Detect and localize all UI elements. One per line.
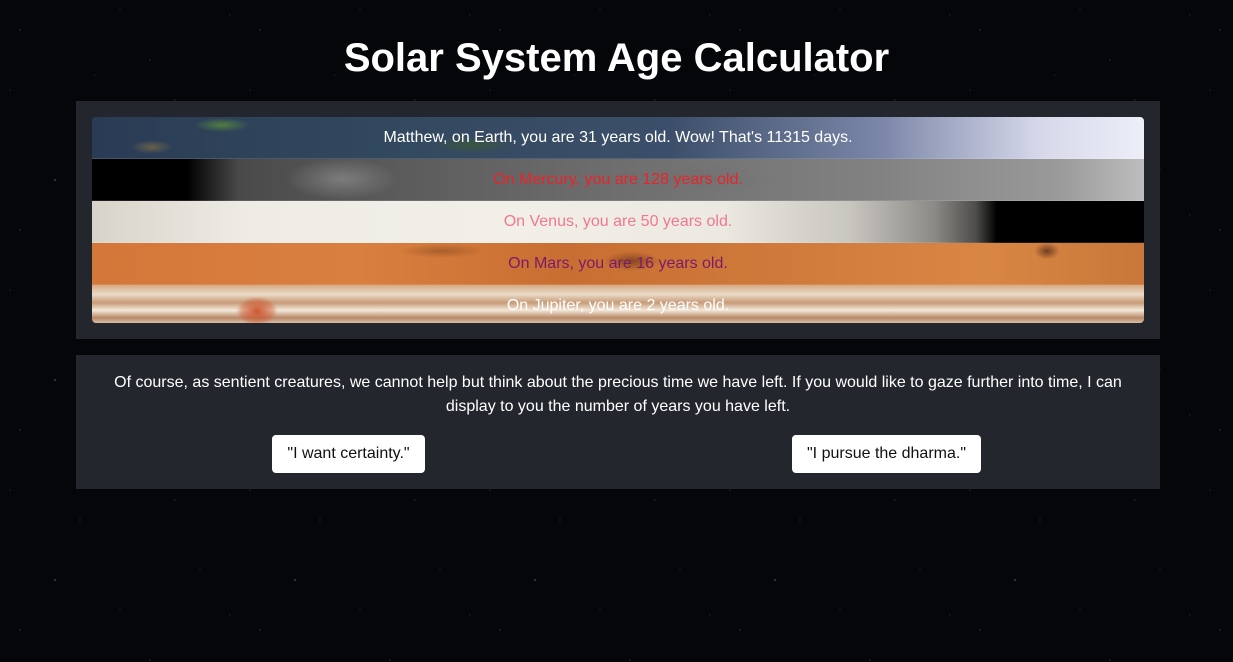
age-results-panel: Matthew, on Earth, you are 31 years old.… [76,101,1160,339]
mars-age-row: On Mars, you are 16 years old. [92,243,1144,285]
earth-age-row: Matthew, on Earth, you are 31 years old.… [92,117,1144,159]
venus-age-row: On Venus, you are 50 years old. [92,201,1144,243]
pursue-dharma-button[interactable]: "I pursue the dharma." [792,435,981,473]
planet-age-list: Matthew, on Earth, you are 31 years old.… [92,117,1144,323]
mars-age-text: On Mars, you are 16 years old. [508,255,728,272]
earth-age-text: Matthew, on Earth, you are 31 years old.… [383,129,853,146]
remaining-years-prompt: Of course, as sentient creatures, we can… [114,374,1122,415]
mercury-age-row: On Mercury, you are 128 years old. [92,159,1144,201]
want-certainty-button[interactable]: "I want certainty." [272,435,425,473]
mercury-age-text: On Mercury, you are 128 years old. [493,171,743,188]
page-title: Solar System Age Calculator [343,36,890,80]
venus-age-text: On Venus, you are 50 years old. [503,213,733,230]
jupiter-age-text: On Jupiter, you are 2 years old. [506,297,730,314]
jupiter-age-row: On Jupiter, you are 2 years old. [92,285,1144,323]
remaining-years-panel: Of course, as sentient creatures, we can… [76,355,1160,489]
